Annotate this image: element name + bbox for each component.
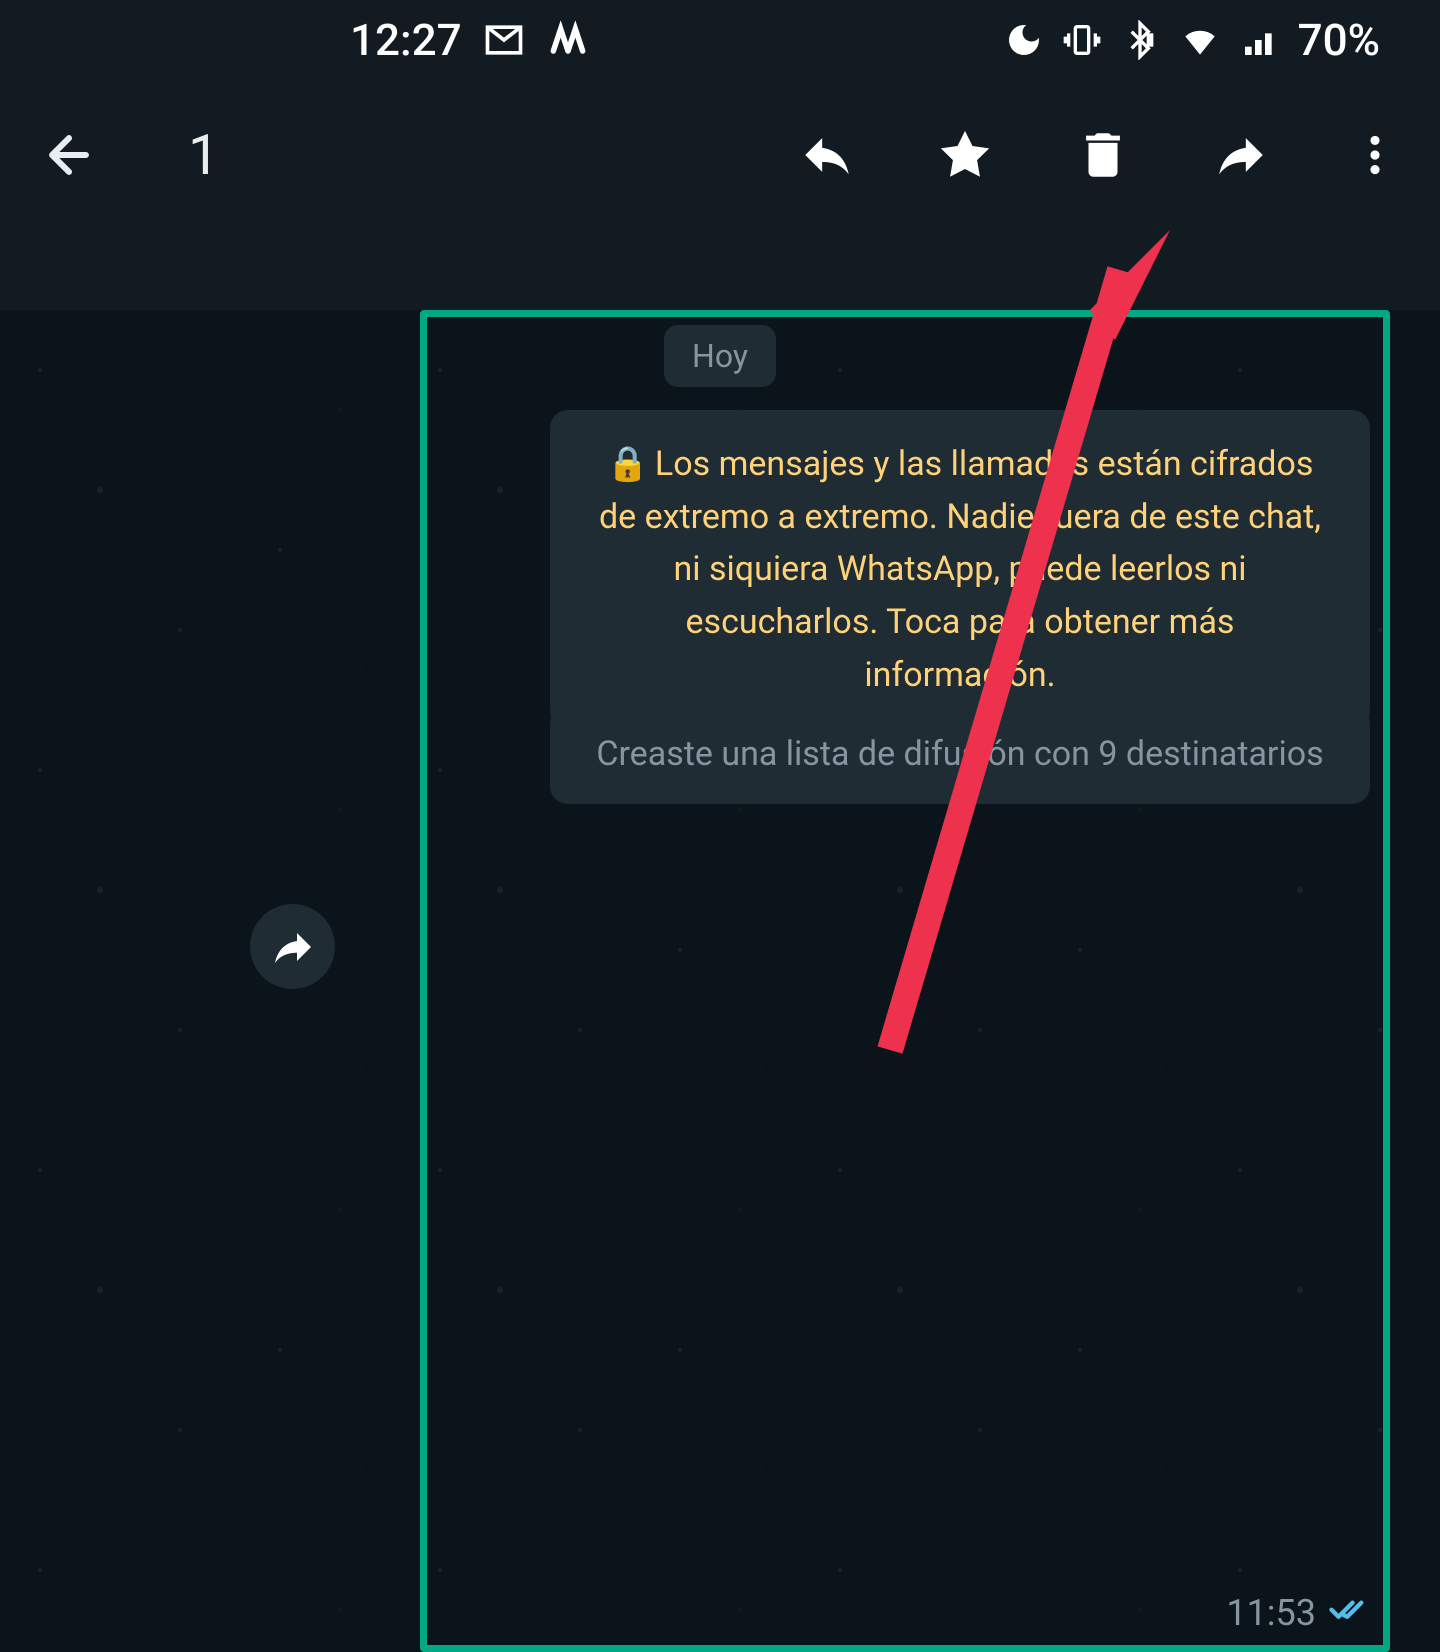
wifi-icon	[1178, 18, 1222, 62]
battery-percent: 70%	[1298, 14, 1380, 66]
status-left: 12:27	[350, 14, 590, 66]
vibrate-icon	[1062, 20, 1102, 60]
star-button[interactable]	[936, 126, 994, 184]
broadcast-text: Creaste una lista de difusión con 9 dest…	[596, 734, 1323, 774]
dnd-icon	[1004, 20, 1044, 60]
app-icon	[546, 18, 590, 62]
status-time: 12:27	[350, 14, 462, 66]
bluetooth-icon	[1120, 20, 1160, 60]
gmail-icon	[482, 18, 526, 62]
reply-button[interactable]	[798, 126, 856, 184]
forward-button[interactable]	[1212, 126, 1270, 184]
selection-count: 1	[188, 122, 748, 188]
encryption-text: Los mensajes y las llamadas están cifrad…	[599, 444, 1321, 695]
back-button[interactable]	[40, 126, 98, 184]
selection-toolbar: 1	[0, 80, 1440, 230]
toolbar-actions	[798, 126, 1400, 184]
forward-balloon-button[interactable]	[250, 904, 335, 989]
lock-icon: 🔒	[607, 444, 649, 484]
chat-area[interactable]: Hoy 🔒Los mensajes y las llamadas están c…	[0, 310, 1440, 1652]
date-label: Hoy	[692, 337, 748, 375]
date-badge: Hoy	[664, 325, 776, 387]
message-time-text: 11:53	[1226, 1592, 1316, 1634]
more-menu-button[interactable]	[1350, 130, 1400, 180]
read-receipt-icon	[1328, 1587, 1370, 1638]
status-right: 70%	[1004, 14, 1380, 66]
status-bar: 12:27	[0, 0, 1440, 80]
delete-button[interactable]	[1074, 126, 1132, 184]
message-timestamp: 11:53	[1226, 1587, 1370, 1638]
broadcast-notice: Creaste una lista de difusión con 9 dest…	[550, 705, 1370, 804]
signal-icon	[1240, 20, 1280, 60]
encryption-notice[interactable]: 🔒Los mensajes y las llamadas están cifra…	[550, 410, 1370, 729]
